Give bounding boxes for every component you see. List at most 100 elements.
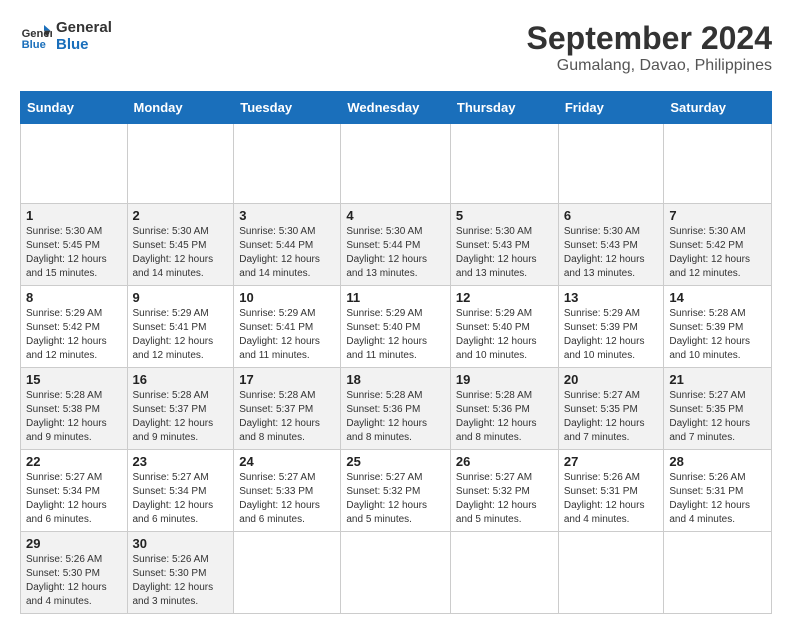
day-detail: Sunrise: 5:26 AM Sunset: 5:31 PM Dayligh…	[564, 471, 659, 527]
day-number: 20	[564, 372, 659, 387]
day-detail: Sunrise: 5:27 AM Sunset: 5:33 PM Dayligh…	[239, 471, 335, 527]
day-number: 6	[564, 208, 659, 223]
weekday-header-friday: Friday	[558, 92, 664, 124]
day-detail: Sunrise: 5:29 AM Sunset: 5:41 PM Dayligh…	[133, 307, 229, 363]
day-number: 14	[669, 290, 766, 305]
calendar-cell	[127, 124, 234, 204]
calendar-cell	[234, 532, 341, 614]
day-detail: Sunrise: 5:27 AM Sunset: 5:34 PM Dayligh…	[26, 471, 122, 527]
day-number: 26	[456, 454, 553, 469]
calendar-cell: 24Sunrise: 5:27 AM Sunset: 5:33 PM Dayli…	[234, 450, 341, 532]
day-detail: Sunrise: 5:30 AM Sunset: 5:43 PM Dayligh…	[564, 225, 659, 281]
calendar-cell: 22 Sunrise: 5:27 AM Sunset: 5:34 PM Dayli…	[21, 450, 128, 532]
calendar-cell: 25 Sunrise: 5:27 AM Sunset: 5:32 PM Dayli…	[341, 450, 451, 532]
logo-general: General	[56, 20, 112, 37]
day-number: 28	[669, 454, 766, 469]
logo-blue: Blue	[56, 37, 112, 54]
day-number: 29	[26, 536, 122, 551]
weekday-header-thursday: Thursday	[450, 92, 558, 124]
calendar-cell: 11 Sunrise: 5:29 AM Sunset: 5:40 PM Dayli…	[341, 286, 451, 368]
calendar-cell: 14 Sunrise: 5:28 AM Sunset: 5:39 PM Dayli…	[664, 286, 772, 368]
calendar-cell: 23 Sunrise: 5:27 AM Sunset: 5:34 PM Dayli…	[127, 450, 234, 532]
calendar-cell: 20 Sunrise: 5:27 AM Sunset: 5:35 PM Dayli…	[558, 368, 664, 450]
day-detail: Sunrise: 5:28 AM Sunset: 5:37 PM Dayligh…	[239, 389, 335, 445]
day-number: 16	[133, 372, 229, 387]
day-number: 1	[26, 208, 122, 223]
week-row-1	[21, 124, 772, 204]
day-detail: Sunrise: 5:28 AM Sunset: 5:36 PM Dayligh…	[346, 389, 445, 445]
calendar-cell: 10 Sunrise: 5:29 AM Sunset: 5:41 PM Dayli…	[234, 286, 341, 368]
weekday-header-row: SundayMondayTuesdayWednesdayThursdayFrid…	[21, 92, 772, 124]
calendar-cell: 21Sunrise: 5:27 AM Sunset: 5:35 PM Dayli…	[664, 368, 772, 450]
day-detail: Sunrise: 5:27 AM Sunset: 5:35 PM Dayligh…	[564, 389, 659, 445]
month-year: September 2024	[527, 20, 772, 57]
weekday-header-sunday: Sunday	[21, 92, 128, 124]
day-detail: Sunrise: 5:29 AM Sunset: 5:42 PM Dayligh…	[26, 307, 122, 363]
calendar-cell: 1Sunrise: 5:30 AM Sunset: 5:45 PM Daylig…	[21, 204, 128, 286]
day-detail: Sunrise: 5:26 AM Sunset: 5:30 PM Dayligh…	[133, 553, 229, 609]
day-number: 11	[346, 290, 445, 305]
calendar-cell: 13Sunrise: 5:29 AM Sunset: 5:39 PM Dayli…	[558, 286, 664, 368]
day-detail: Sunrise: 5:26 AM Sunset: 5:31 PM Dayligh…	[669, 471, 766, 527]
day-number: 18	[346, 372, 445, 387]
calendar-cell	[450, 532, 558, 614]
calendar-cell: 18 Sunrise: 5:28 AM Sunset: 5:36 PM Dayli…	[341, 368, 451, 450]
weekday-header-wednesday: Wednesday	[341, 92, 451, 124]
day-detail: Sunrise: 5:27 AM Sunset: 5:32 PM Dayligh…	[456, 471, 553, 527]
day-number: 23	[133, 454, 229, 469]
page-header: General Blue General Blue September 2024…	[20, 20, 772, 75]
week-row-5: 22 Sunrise: 5:27 AM Sunset: 5:34 PM Dayli…	[21, 450, 772, 532]
calendar-cell: 6 Sunrise: 5:30 AM Sunset: 5:43 PM Daylig…	[558, 204, 664, 286]
calendar-cell: 2Sunrise: 5:30 AM Sunset: 5:45 PM Daylig…	[127, 204, 234, 286]
day-number: 21	[669, 372, 766, 387]
week-row-6: 29 Sunrise: 5:26 AM Sunset: 5:30 PM Dayli…	[21, 532, 772, 614]
calendar-cell	[664, 532, 772, 614]
calendar-cell: 19Sunrise: 5:28 AM Sunset: 5:36 PM Dayli…	[450, 368, 558, 450]
day-detail: Sunrise: 5:27 AM Sunset: 5:34 PM Dayligh…	[133, 471, 229, 527]
svg-text:Blue: Blue	[22, 39, 46, 51]
day-detail: Sunrise: 5:29 AM Sunset: 5:41 PM Dayligh…	[239, 307, 335, 363]
day-detail: Sunrise: 5:30 AM Sunset: 5:44 PM Dayligh…	[346, 225, 445, 281]
day-number: 10	[239, 290, 335, 305]
day-detail: Sunrise: 5:28 AM Sunset: 5:37 PM Dayligh…	[133, 389, 229, 445]
calendar-cell	[450, 124, 558, 204]
location: Gumalang, Davao, Philippines	[527, 57, 772, 75]
calendar-cell	[234, 124, 341, 204]
week-row-4: 15Sunrise: 5:28 AM Sunset: 5:38 PM Dayli…	[21, 368, 772, 450]
day-detail: Sunrise: 5:28 AM Sunset: 5:39 PM Dayligh…	[669, 307, 766, 363]
week-row-2: 1 Sunrise: 5:30 AM Sunset: 5:45 PM Daylig…	[21, 204, 772, 286]
day-number: 4	[346, 208, 445, 223]
day-number: 25	[346, 454, 445, 469]
calendar-cell: 30Sunrise: 5:26 AM Sunset: 5:30 PM Dayli…	[127, 532, 234, 614]
day-detail: Sunrise: 5:27 AM Sunset: 5:32 PM Dayligh…	[346, 471, 445, 527]
day-detail: Sunrise: 5:30 AM Sunset: 5:42 PM Dayligh…	[669, 225, 766, 281]
day-number: 13	[564, 290, 659, 305]
logo: General Blue General Blue	[20, 20, 112, 53]
day-number: 7	[669, 208, 766, 223]
weekday-header-tuesday: Tuesday	[234, 92, 341, 124]
calendar-cell: 26 Sunrise: 5:27 AM Sunset: 5:32 PM Dayli…	[450, 450, 558, 532]
day-detail: Sunrise: 5:28 AM Sunset: 5:38 PM Dayligh…	[26, 389, 122, 445]
weekday-header-monday: Monday	[127, 92, 234, 124]
day-number: 5	[456, 208, 553, 223]
day-number: 22	[26, 454, 122, 469]
calendar-cell: 16 Sunrise: 5:28 AM Sunset: 5:37 PM Dayli…	[127, 368, 234, 450]
day-detail: Sunrise: 5:28 AM Sunset: 5:36 PM Dayligh…	[456, 389, 553, 445]
day-number: 8	[26, 290, 122, 305]
day-detail: Sunrise: 5:30 AM Sunset: 5:45 PM Dayligh…	[133, 225, 229, 281]
day-number: 17	[239, 372, 335, 387]
day-detail: Sunrise: 5:29 AM Sunset: 5:40 PM Dayligh…	[346, 307, 445, 363]
calendar-table: SundayMondayTuesdayWednesdayThursdayFrid…	[20, 91, 772, 614]
calendar-cell: 29 Sunrise: 5:26 AM Sunset: 5:30 PM Dayli…	[21, 532, 128, 614]
day-detail: Sunrise: 5:30 AM Sunset: 5:43 PM Dayligh…	[456, 225, 553, 281]
logo-icon: General Blue	[20, 21, 52, 53]
calendar-cell: 12Sunrise: 5:29 AM Sunset: 5:40 PM Dayli…	[450, 286, 558, 368]
day-detail: Sunrise: 5:26 AM Sunset: 5:30 PM Dayligh…	[26, 553, 122, 609]
calendar-cell	[21, 124, 128, 204]
calendar-cell	[341, 532, 451, 614]
week-row-3: 8 Sunrise: 5:29 AM Sunset: 5:42 PM Daylig…	[21, 286, 772, 368]
day-number: 27	[564, 454, 659, 469]
day-detail: Sunrise: 5:30 AM Sunset: 5:44 PM Dayligh…	[239, 225, 335, 281]
calendar-cell	[558, 532, 664, 614]
day-number: 12	[456, 290, 553, 305]
